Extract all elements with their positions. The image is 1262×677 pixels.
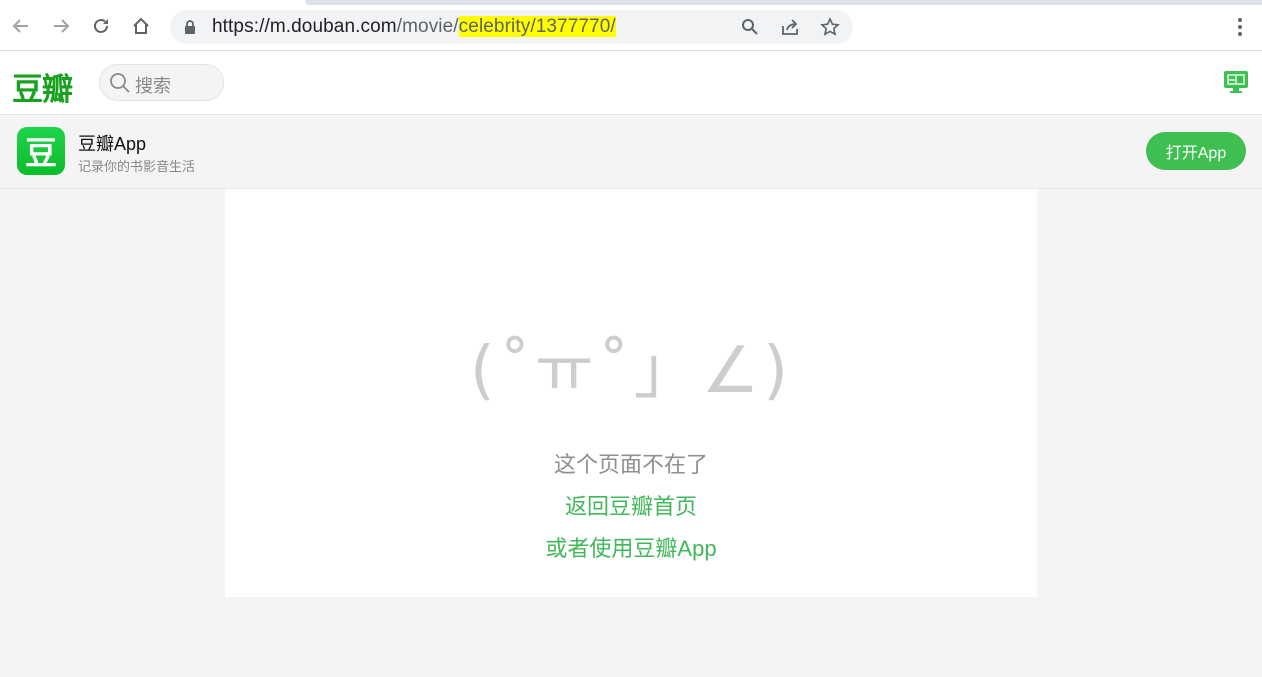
star-icon[interactable] <box>820 17 840 37</box>
search-icon <box>109 72 131 99</box>
douban-app-icon: 豆 <box>17 127 65 175</box>
app-name: 豆瓣App <box>78 134 147 154</box>
home-icon[interactable] <box>129 14 153 38</box>
address-bar[interactable]: https://m.douban.com/movie/celebrity/137… <box>170 10 853 44</box>
forward-icon[interactable] <box>49 14 73 38</box>
douban-logo[interactable]: 豆瓣 <box>12 64 73 109</box>
search-icon[interactable] <box>740 17 760 37</box>
lock-icon[interactable] <box>184 20 196 39</box>
back-icon[interactable] <box>9 14 33 38</box>
url-text[interactable]: https://m.douban.com/movie/celebrity/137… <box>212 16 616 38</box>
open-app-button[interactable]: 打开App <box>1146 132 1246 170</box>
reload-icon[interactable] <box>89 14 113 38</box>
share-icon[interactable] <box>780 17 800 37</box>
search-input[interactable]: 搜索 <box>99 64 224 101</box>
not-found-card: (˚ㅠ˚」∠) 这个页面不在了 返回豆瓣首页 或者使用豆瓣App <box>225 189 1037 597</box>
search-placeholder: 搜索 <box>135 76 171 96</box>
browser-toolbar: https://m.douban.com/movie/celebrity/137… <box>0 0 1262 51</box>
use-app-link[interactable]: 或者使用豆瓣App <box>225 531 1037 563</box>
app-slogan: 记录你的书影音生活 <box>78 159 196 174</box>
back-home-link[interactable]: 返回豆瓣首页 <box>225 489 1037 521</box>
tab-strip <box>305 0 1262 5</box>
error-kaomoji: (˚ㅠ˚」∠) <box>469 334 793 408</box>
site-header: 豆瓣 搜索 <box>0 51 1262 115</box>
menu-icon[interactable] <box>1230 16 1250 40</box>
error-message: 这个页面不在了 <box>553 452 708 477</box>
app-download-banner: 豆 豆瓣App 记录你的书影音生活 打开App <box>0 115 1262 189</box>
desktop-version-icon[interactable] <box>1223 70 1249 99</box>
